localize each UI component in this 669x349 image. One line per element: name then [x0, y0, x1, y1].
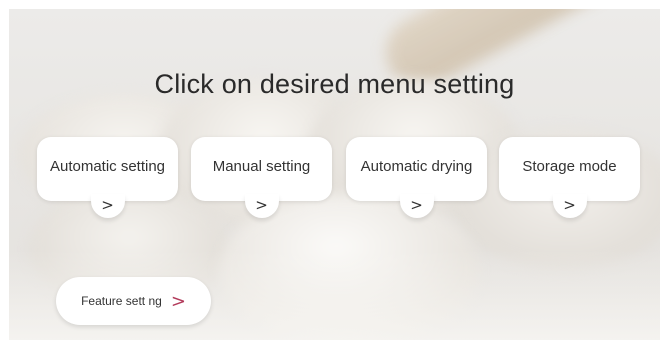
chevron-right-icon: > — [563, 196, 576, 214]
menu-item-label: Storage mode — [522, 158, 617, 175]
chevron-right-icon: > — [410, 196, 423, 214]
automatic-setting-button[interactable]: Automatic setting > — [37, 137, 178, 218]
feature-setting-label: Feature sett ng — [81, 294, 162, 308]
page-title: Click on desired menu setting — [154, 69, 515, 99]
manual-setting-button[interactable]: Manual setting > — [191, 137, 332, 218]
feature-setting-button[interactable]: Feature sett ng > — [56, 277, 211, 325]
menu-item-label: Automatic drying — [360, 158, 473, 175]
automatic-drying-button[interactable]: Automatic drying > — [346, 137, 487, 218]
menu-item-label: Manual setting — [212, 158, 311, 175]
chevron-right-icon: > — [170, 290, 186, 312]
chevron-right-icon: > — [101, 196, 114, 214]
storage-mode-button[interactable]: Storage mode > — [499, 137, 640, 218]
menu-screen: Click on desired menu setting Automatic … — [9, 9, 660, 340]
menu-item-label: Automatic setting — [49, 158, 166, 175]
chevron-right-icon: > — [255, 196, 268, 214]
